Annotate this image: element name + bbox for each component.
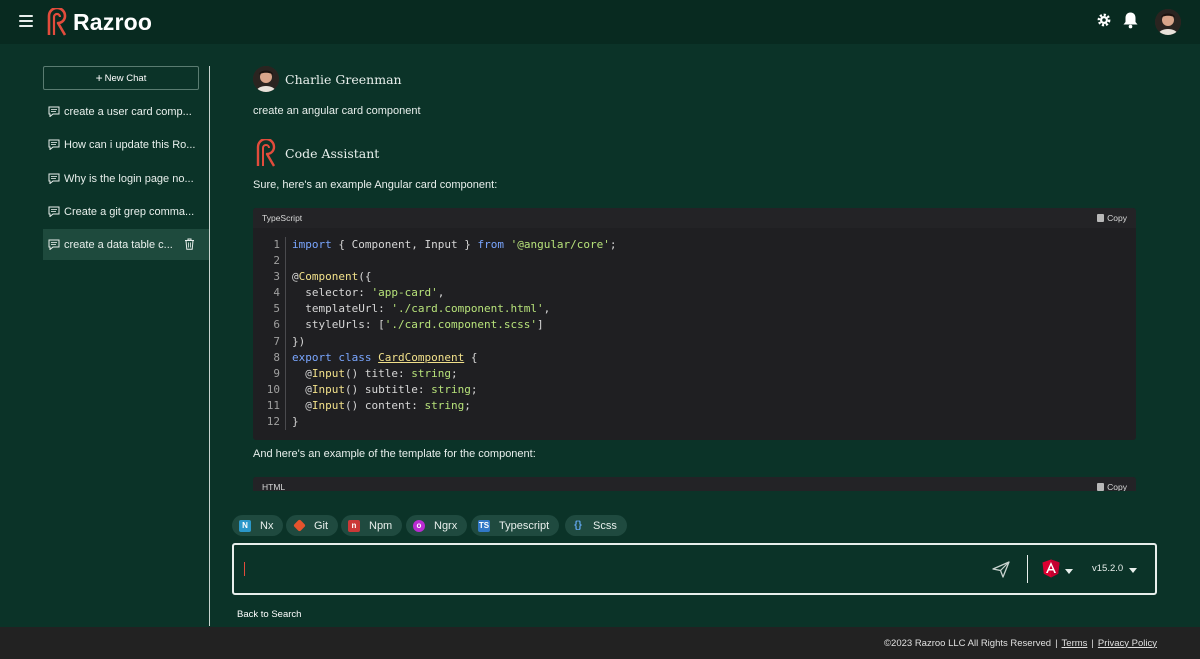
line-numbers: 1 2 3 4 5 6 7 8 9 10 11 12	[253, 237, 286, 431]
sidebar-chat-item[interactable]: Create a git grep comma...	[43, 196, 209, 227]
line-number: 11	[266, 398, 280, 412]
back-to-search-link[interactable]: Back to Search	[237, 609, 301, 620]
line-number: 7	[273, 334, 280, 348]
copy-icon	[1097, 214, 1105, 222]
chat-bubble-icon	[48, 173, 60, 184]
chat-bubble-icon	[48, 106, 60, 117]
git-icon	[293, 519, 306, 532]
chat-bubble-icon	[48, 139, 60, 150]
line-number: 3	[273, 270, 280, 284]
app-name: Razroo	[73, 8, 153, 35]
text-caret	[244, 562, 245, 576]
plus-icon: +	[95, 71, 103, 85]
line-number: 9	[273, 366, 280, 380]
new-chat-button[interactable]: + New Chat	[43, 66, 199, 90]
angular-icon[interactable]	[1042, 559, 1060, 578]
message-header: Code Assistant	[253, 139, 379, 167]
chip-label: Git	[314, 519, 329, 532]
new-chat-label: New Chat	[104, 72, 147, 84]
version-select[interactable]: v15.2.0	[1092, 563, 1123, 574]
line-number: 10	[266, 382, 280, 396]
chip-label: Nx	[260, 519, 274, 532]
line-number: 5	[273, 302, 280, 316]
copy-icon	[1097, 483, 1105, 491]
sidebar-chat-item[interactable]: create a user card comp...	[43, 96, 209, 127]
code-language: TypeScript	[262, 213, 303, 223]
logo[interactable]: Razroo	[46, 8, 152, 36]
chat-item-label: create a data table c...	[64, 238, 173, 251]
send-icon[interactable]	[992, 561, 1010, 578]
chat-input[interactable]: v15.2.0	[232, 543, 1157, 595]
chat-scroll-edge	[215, 491, 1200, 507]
footer: ©2023 Razroo LLC All Rights Reserved | T…	[0, 627, 1200, 659]
line-number: 4	[273, 286, 280, 300]
menu-icon[interactable]	[19, 15, 33, 27]
message-text: Sure, here's an example Angular card com…	[253, 179, 498, 191]
line-number: 8	[273, 350, 280, 364]
npm-icon: n	[348, 519, 360, 532]
bell-icon[interactable]	[1122, 11, 1139, 29]
line-number: 12	[266, 415, 280, 429]
separator: |	[1055, 637, 1058, 649]
razroo-logo-icon	[47, 8, 67, 36]
chevron-down-icon[interactable]	[1129, 568, 1137, 573]
ngrx-icon: o	[413, 519, 425, 532]
trash-icon[interactable]	[184, 238, 195, 250]
chip-label: Typescript	[499, 519, 550, 532]
sidebar-divider	[209, 66, 210, 626]
chat-bubble-icon	[48, 239, 60, 250]
copy-label: Copy	[1107, 213, 1127, 223]
separator: |	[1091, 637, 1094, 649]
avatar	[253, 66, 279, 92]
message-text: And here's an example of the template fo…	[253, 448, 536, 460]
sidebar-chat-item[interactable]: Why is the login page no...	[43, 163, 209, 194]
message-header: Charlie Greenman	[253, 66, 402, 92]
chip-ngrx[interactable]: o Ngrx	[406, 515, 468, 536]
nx-icon: N	[239, 519, 251, 532]
braces-icon: {}	[574, 520, 582, 531]
chip-label: Npm	[369, 519, 393, 532]
copy-button[interactable]: Copy	[1097, 213, 1127, 223]
line-number: 2	[273, 254, 280, 268]
privacy-policy-link[interactable]: Privacy Policy	[1098, 638, 1157, 649]
message-author: Code Assistant	[285, 145, 380, 161]
top-bar: Razroo	[0, 0, 1200, 44]
chip-label: Scss	[593, 519, 617, 532]
input-divider	[1027, 555, 1028, 583]
chat-bubble-icon	[48, 206, 60, 217]
chip-git[interactable]: Git	[286, 515, 339, 536]
chat-item-label: create a user card comp...	[64, 105, 192, 118]
sidebar-chat-item-active[interactable]: create a data table c...	[43, 229, 209, 260]
chip-npm[interactable]: n Npm	[341, 515, 403, 536]
code-content[interactable]: import { Component, Input } from '@angul…	[286, 237, 617, 430]
line-number: 1	[273, 238, 280, 251]
terms-link[interactable]: Terms	[1062, 638, 1088, 649]
copyright-text: ©2023 Razroo LLC All Rights Reserved	[884, 637, 1052, 649]
gear-icon[interactable]	[1096, 12, 1112, 28]
message-text: create an angular card component	[253, 105, 421, 117]
sidebar-chat-item[interactable]: How can i update this Ro...	[43, 129, 209, 160]
chat-item-label: How can i update this Ro...	[64, 138, 196, 151]
razroo-logo-icon	[256, 139, 276, 167]
chat-item-label: Create a git grep comma...	[64, 205, 195, 218]
line-number: 6	[273, 318, 280, 332]
chevron-down-icon[interactable]	[1065, 569, 1073, 574]
chip-typescript[interactable]: TS Typescript	[471, 515, 560, 536]
code-block-header: TypeScript Copy	[253, 208, 1136, 228]
chat-item-label: Why is the login page no...	[64, 172, 194, 185]
user-avatar[interactable]	[1155, 9, 1181, 35]
chip-scss[interactable]: {} Scss	[565, 515, 627, 536]
chip-label: Ngrx	[434, 519, 458, 532]
message-author: Charlie Greenman	[285, 71, 402, 87]
chip-nx[interactable]: N Nx	[232, 515, 284, 536]
code-block: TypeScript Copy 1 2 3 4 5 6 7 8 9 10 11 12 import {…	[253, 208, 1136, 440]
typescript-icon: TS	[478, 519, 490, 532]
